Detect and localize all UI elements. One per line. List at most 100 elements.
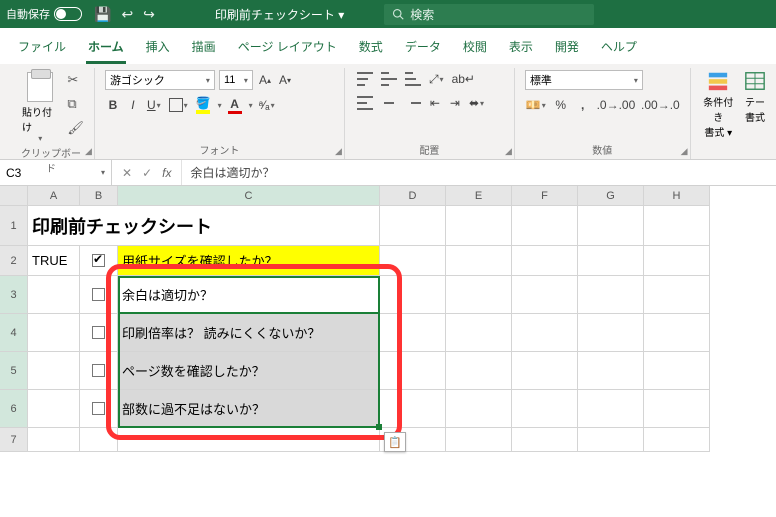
cell[interactable] xyxy=(578,276,644,314)
cell[interactable] xyxy=(644,246,710,276)
cell[interactable] xyxy=(446,428,512,452)
cell[interactable] xyxy=(578,352,644,390)
font-name-combo[interactable]: 游ゴシック▾ xyxy=(105,70,215,90)
document-title[interactable]: 印刷前チェックシート ▾ xyxy=(215,6,344,23)
decrease-indent-icon[interactable]: ⇤ xyxy=(427,94,443,112)
align-top-icon[interactable] xyxy=(355,70,375,88)
italic-button[interactable]: I xyxy=(125,96,141,114)
cell[interactable] xyxy=(28,276,80,314)
tab-page-layout[interactable]: ページ レイアウト xyxy=(236,34,339,64)
cell-C4[interactable]: 印刷倍率は？ 読みにくくないか？ xyxy=(118,314,380,352)
formula-bar[interactable]: 余白は適切か？ xyxy=(182,164,282,181)
row-header-3[interactable]: 3 xyxy=(0,276,28,314)
comma-format-icon[interactable]: , xyxy=(575,96,591,114)
cell[interactable] xyxy=(380,246,446,276)
align-bottom-icon[interactable] xyxy=(403,70,423,88)
wrap-text-icon[interactable]: ab↵ xyxy=(450,70,477,88)
row-header-5[interactable]: 5 xyxy=(0,352,28,390)
cell-title[interactable]: 印刷前チェックシート xyxy=(28,206,380,246)
cell-B2[interactable] xyxy=(80,246,118,276)
cell[interactable] xyxy=(446,276,512,314)
orientation-icon[interactable]: ⤢▾ xyxy=(427,70,446,88)
enter-formula-icon[interactable]: ✓ xyxy=(142,166,152,180)
cell[interactable] xyxy=(446,314,512,352)
clipboard-launcher-icon[interactable]: ◢ xyxy=(85,146,92,157)
cell[interactable] xyxy=(512,206,578,246)
cell[interactable] xyxy=(644,352,710,390)
cell[interactable] xyxy=(28,390,80,428)
col-header-G[interactable]: G xyxy=(578,186,644,206)
cell[interactable] xyxy=(512,314,578,352)
row-header-6[interactable]: 6 xyxy=(0,390,28,428)
cell[interactable] xyxy=(644,314,710,352)
increase-indent-icon[interactable]: ⇥ xyxy=(447,94,463,112)
cell-C5[interactable]: ページ数を確認したか？ xyxy=(118,352,380,390)
cell-B5[interactable] xyxy=(80,352,118,390)
cell[interactable] xyxy=(446,352,512,390)
conditional-formatting-button[interactable]: 条件付き 書式 ▾ xyxy=(701,70,736,139)
cell-C3[interactable]: 余白は適切か？ xyxy=(118,276,380,314)
cell[interactable] xyxy=(118,428,380,452)
decrease-decimal-icon[interactable]: .00→.0 xyxy=(641,96,679,114)
cell[interactable] xyxy=(446,246,512,276)
fx-icon[interactable]: fx xyxy=(162,166,171,180)
tab-developer[interactable]: 開発 xyxy=(553,34,581,64)
cell[interactable] xyxy=(512,390,578,428)
grow-font-icon[interactable]: A▴ xyxy=(257,71,273,89)
tab-insert[interactable]: 挿入 xyxy=(144,34,172,64)
cell-C6[interactable]: 部数に過不足はないか？ xyxy=(118,390,380,428)
cell[interactable] xyxy=(380,352,446,390)
cell[interactable] xyxy=(446,206,512,246)
cell[interactable] xyxy=(644,428,710,452)
row-header-4[interactable]: 4 xyxy=(0,314,28,352)
col-header-H[interactable]: H xyxy=(644,186,710,206)
tab-view[interactable]: 表示 xyxy=(507,34,535,64)
tab-formulas[interactable]: 数式 xyxy=(357,34,385,64)
cell-B3[interactable] xyxy=(80,276,118,314)
cell-C2[interactable]: 用紙サイズを確認したか？ xyxy=(118,246,380,276)
cell[interactable] xyxy=(380,276,446,314)
font-size-combo[interactable]: 11▾ xyxy=(219,70,253,90)
cell[interactable] xyxy=(644,206,710,246)
paste-button[interactable]: 貼り付け ▾ xyxy=(18,70,61,145)
copy-icon[interactable]: ⧉ xyxy=(67,96,84,112)
cancel-formula-icon[interactable]: ✕ xyxy=(122,166,132,180)
worksheet-grid[interactable]: A B C D E F G H 1 印刷前チェックシート 2 TRUE 用紙サイ… xyxy=(0,186,776,452)
cell[interactable] xyxy=(512,276,578,314)
row-header-1[interactable]: 1 xyxy=(0,206,28,246)
format-painter-icon[interactable]: 🖌 xyxy=(67,120,84,136)
tab-review[interactable]: 校閲 xyxy=(461,34,489,64)
cell[interactable] xyxy=(578,206,644,246)
cell[interactable] xyxy=(28,352,80,390)
checkbox-icon[interactable] xyxy=(92,326,105,339)
merge-center-icon[interactable]: ⬌▾ xyxy=(467,94,486,112)
cell[interactable] xyxy=(380,314,446,352)
search-box[interactable]: 検索 xyxy=(384,4,594,25)
percent-format-icon[interactable]: % xyxy=(553,96,569,114)
col-header-B[interactable]: B xyxy=(80,186,118,206)
cell[interactable] xyxy=(578,246,644,276)
checkbox-icon[interactable] xyxy=(92,254,105,267)
tab-home[interactable]: ホーム xyxy=(86,34,126,64)
tab-data[interactable]: データ xyxy=(403,34,443,64)
cell[interactable] xyxy=(644,276,710,314)
cell[interactable] xyxy=(380,390,446,428)
align-right-icon[interactable] xyxy=(403,94,423,112)
cell[interactable] xyxy=(578,314,644,352)
col-header-E[interactable]: E xyxy=(446,186,512,206)
col-header-D[interactable]: D xyxy=(380,186,446,206)
cell-B6[interactable] xyxy=(80,390,118,428)
cell[interactable] xyxy=(644,390,710,428)
col-header-F[interactable]: F xyxy=(512,186,578,206)
cell[interactable] xyxy=(28,314,80,352)
redo-icon[interactable]: ↪ xyxy=(143,6,155,23)
number-launcher-icon[interactable]: ◢ xyxy=(681,146,688,157)
underline-button[interactable]: U▾ xyxy=(145,96,163,114)
number-format-combo[interactable]: 標準▾ xyxy=(525,70,643,90)
align-center-icon[interactable] xyxy=(379,94,399,112)
cell-A2[interactable]: TRUE xyxy=(28,246,80,276)
cell[interactable] xyxy=(28,428,80,452)
autosave-toggle[interactable]: 自動保存 xyxy=(6,6,82,22)
paste-options-button[interactable]: 📋 xyxy=(384,432,406,452)
checkbox-icon[interactable] xyxy=(92,364,105,377)
